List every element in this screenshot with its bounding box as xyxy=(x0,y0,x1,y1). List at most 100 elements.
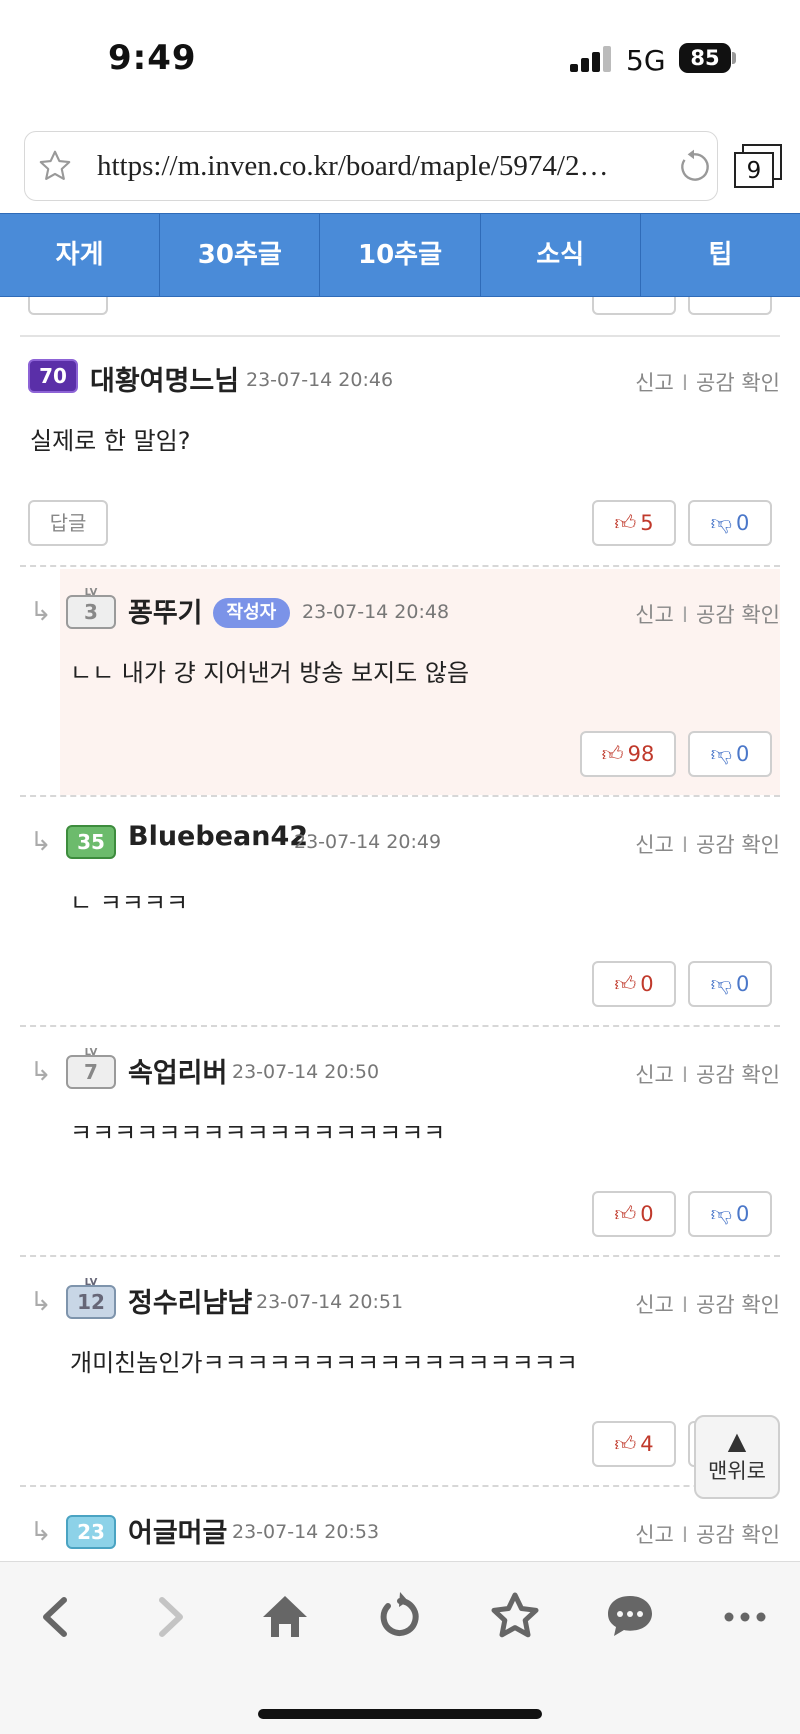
report-link[interactable]: 신고 xyxy=(635,371,674,395)
upvote-button[interactable]: 👍︎ 0 xyxy=(592,1191,676,1237)
downvote-button[interactable]: 👎︎ 0 xyxy=(688,500,772,546)
comment-actions: 신고 I 공감 확인 xyxy=(635,1063,780,1087)
battery-tip xyxy=(732,52,736,64)
tab-tips[interactable]: 팁 xyxy=(641,214,800,296)
comment-text: 개미친놈인가ㅋㅋㅋㅋㅋㅋㅋㅋㅋㅋㅋㅋㅋㅋㅋㅋㅋ xyxy=(70,1349,578,1377)
comment-item: ↳ LV 23 어글머글 23-07-14 20:53 신고 I 공감 확인 xyxy=(20,1485,780,1561)
check-likes-link[interactable]: 공감 확인 xyxy=(696,371,780,395)
thumbs-down-icon: 👎︎ xyxy=(710,1202,732,1226)
level-badge: LV 7 xyxy=(66,1047,116,1089)
network-label: 5G xyxy=(626,44,666,77)
comment-item: ↳ LV 7 속업리버 23-07-14 20:50 신고 I 공감 확인 ㅋㅋㅋㅋㅋ… xyxy=(20,1025,780,1255)
downvote-button[interactable]: 👎︎ 0 xyxy=(688,731,772,777)
refresh-icon[interactable] xyxy=(370,1590,430,1644)
up-arrow-icon: ▲ xyxy=(727,1427,747,1455)
browser-toolbar xyxy=(0,1561,800,1734)
more-icon[interactable] xyxy=(715,1590,775,1644)
comment-text: 실제로 한 말임? xyxy=(30,427,191,455)
reply-button[interactable]: 답글 xyxy=(28,500,108,546)
check-likes-link[interactable]: 공감 확인 xyxy=(696,833,780,857)
downvote-button[interactable]: 👎︎ 0 xyxy=(688,1191,772,1237)
level-badge: LV 23 xyxy=(66,1507,116,1549)
comment-nickname[interactable]: 속업리버 xyxy=(128,1051,227,1090)
tab-10-recommended[interactable]: 10추글 xyxy=(320,214,481,296)
thumbs-up-icon: 👍︎ xyxy=(614,511,637,535)
thumbs-down-icon: 👎︎ xyxy=(710,972,732,996)
reply-arrow-icon: ↳ xyxy=(30,1057,52,1087)
comment-nickname[interactable]: 대황여명느님 xyxy=(90,359,239,398)
comment-nickname[interactable]: 정수리냠냠 xyxy=(128,1281,252,1320)
comment-date: 23-07-14 20:50 xyxy=(232,1061,380,1083)
home-icon[interactable] xyxy=(255,1590,315,1644)
comment-actions: 신고 I 공감 확인 xyxy=(635,1523,780,1547)
status-bar: 9:49 5G 85 xyxy=(0,0,800,118)
tab-free-board[interactable]: 자게 xyxy=(0,214,161,296)
comment-item: ↳ LV 35 Bluebean42 23-07-14 20:49 신고 I 공감 확… xyxy=(20,795,780,1025)
comment-date: 23-07-14 20:46 xyxy=(246,369,394,391)
reply-arrow-icon: ↳ xyxy=(30,1517,52,1547)
upvote-button[interactable]: 👍︎ 98 xyxy=(580,731,676,777)
report-link[interactable]: 신고 xyxy=(635,833,674,857)
tab-count: 9 xyxy=(746,158,762,184)
level-badge: LV 35 xyxy=(66,817,116,859)
report-link[interactable]: 신고 xyxy=(635,1293,674,1317)
url-text[interactable]: https://m.inven.co.kr/board/maple/5974/2… xyxy=(97,150,663,183)
reload-icon[interactable] xyxy=(675,148,713,186)
status-time: 9:49 xyxy=(108,38,197,78)
report-link[interactable]: 신고 xyxy=(635,1523,674,1547)
comment-item: ↳ LV 3 퐁뚜기 작성자 23-07-14 20:48 신고 I 공감 확인 ㄴㄴ … xyxy=(20,565,780,795)
check-likes-link[interactable]: 공감 확인 xyxy=(696,1293,780,1317)
comment-date: 23-07-14 20:49 xyxy=(294,831,442,853)
comment-item: ↳ LV 12 정수리냠냠 23-07-14 20:51 신고 I 공감 확인 개미친… xyxy=(20,1255,780,1485)
report-link[interactable]: 신고 xyxy=(635,603,674,627)
thumbs-down-icon: 👎︎ xyxy=(710,511,732,535)
comment-date: 23-07-14 20:51 xyxy=(256,1291,404,1313)
thumbs-up-icon: 👍︎ xyxy=(614,1432,637,1456)
scroll-to-top-button[interactable]: ▲ 맨위로 xyxy=(694,1415,780,1499)
chat-icon[interactable] xyxy=(600,1590,660,1644)
comment-date: 23-07-14 20:53 xyxy=(232,1521,380,1543)
level-badge: LV 12 xyxy=(66,1277,116,1319)
battery-icon: 85 xyxy=(679,43,731,73)
forward-icon[interactable] xyxy=(140,1590,200,1644)
bookmark-star-icon[interactable] xyxy=(37,148,73,184)
level-badge: LV 70 xyxy=(28,351,78,393)
comment-nickname[interactable]: 어글머글 xyxy=(128,1511,227,1550)
check-likes-link[interactable]: 공감 확인 xyxy=(696,1063,780,1087)
home-indicator xyxy=(258,1709,542,1719)
tab-news[interactable]: 소식 xyxy=(481,214,641,296)
comment-item: LV 70 대황여명느님 23-07-14 20:46 신고 I 공감 확인 실제로 … xyxy=(20,337,780,565)
author-badge: 작성자 xyxy=(212,598,291,628)
comment-date: 23-07-14 20:48 xyxy=(302,601,450,623)
tab-30-recommended[interactable]: 30추글 xyxy=(160,214,321,296)
comment-nickname[interactable]: Bluebean42 xyxy=(128,821,308,852)
back-icon[interactable] xyxy=(26,1590,86,1644)
signal-icon xyxy=(570,46,612,72)
thumbs-down-icon: 👎︎ xyxy=(710,742,732,766)
comment-nickname[interactable]: 퐁뚜기 작성자 xyxy=(128,591,291,630)
upvote-button[interactable]: 👍︎ 5 xyxy=(592,500,676,546)
upvote-button[interactable]: 👍︎ 4 xyxy=(592,1421,676,1467)
check-likes-link[interactable]: 공감 확인 xyxy=(696,1523,780,1547)
check-likes-link[interactable]: 공감 확인 xyxy=(696,603,780,627)
thumbs-up-icon: 👍︎ xyxy=(614,1202,637,1226)
comment-actions: 신고 I 공감 확인 xyxy=(635,833,780,857)
comment-actions: 신고 I 공감 확인 xyxy=(635,1293,780,1317)
thumbs-up-icon: 👍︎ xyxy=(601,742,624,766)
comment-text: ㅋㅋㅋㅋㅋㅋㅋㅋㅋㅋㅋㅋㅋㅋㅋㅋㅋ xyxy=(70,1119,446,1147)
reply-arrow-icon: ↳ xyxy=(30,827,52,857)
upvote-button[interactable]: 👍︎ 0 xyxy=(592,961,676,1007)
report-link[interactable]: 신고 xyxy=(635,1063,674,1087)
thumbs-up-icon: 👍︎ xyxy=(614,972,637,996)
category-nav: 자게 30추글 10추글 소식 팁 xyxy=(0,213,800,297)
address-bar[interactable]: https://m.inven.co.kr/board/maple/5974/2… xyxy=(24,131,718,201)
comment-text: ㄴㄴ 내가 걍 지어낸거 방송 보지도 않음 xyxy=(70,659,470,687)
bookmark-icon[interactable] xyxy=(485,1590,545,1644)
comment-text: ㄴ ㅋㅋㅋㅋ xyxy=(70,889,189,917)
comment-actions: 신고 I 공감 확인 xyxy=(635,371,780,395)
comment-actions: 신고 I 공감 확인 xyxy=(635,603,780,627)
downvote-button[interactable]: 👎︎ 0 xyxy=(688,961,772,1007)
reply-arrow-icon: ↳ xyxy=(30,1287,52,1317)
reply-arrow-icon: ↳ xyxy=(30,597,52,627)
level-badge: LV 3 xyxy=(66,587,116,629)
